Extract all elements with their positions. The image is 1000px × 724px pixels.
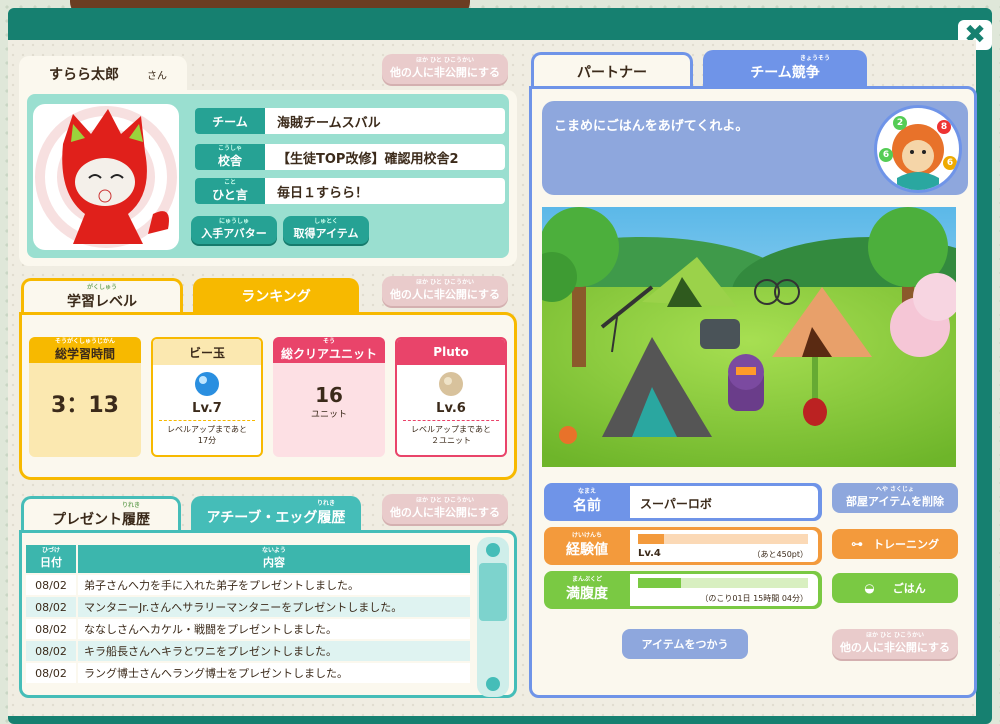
history-date: 08/02 bbox=[26, 619, 76, 639]
scrollbar-thumb[interactable] bbox=[479, 563, 507, 621]
pluto-card: Pluto Lv.6 レベルアップまであと ２ユニット bbox=[395, 337, 507, 457]
history-date: 08/02 bbox=[26, 663, 76, 683]
food-button[interactable]: ◒ ごはん bbox=[832, 573, 958, 603]
history-header: ひづけ 日付 ないよう 内容 bbox=[26, 545, 470, 573]
profile-panel: チーム 海賊チームスバル こうしゃ 校舎 【生徒TOP改修】確認用校舎2 こと ひと… bbox=[19, 90, 517, 266]
training-button[interactable]: ⊶ トレーニング bbox=[832, 529, 958, 559]
profile-name: すらら太郎 bbox=[49, 67, 119, 83]
fullness-row: まんぷくど 満腹度 （のこり01日 15時間 04分） bbox=[544, 571, 822, 609]
tab-ranking[interactable]: ランキング bbox=[193, 278, 359, 314]
tab-achieve-history[interactable]: りれき アチーブ・エッグ履歴 bbox=[191, 496, 361, 532]
school-row: こうしゃ 校舎 【生徒TOP改修】確認用校舎2 bbox=[195, 144, 505, 170]
partner-message: こまめにごはんをあげてくれよ。 2 8 6 6 bbox=[542, 101, 968, 195]
history-text: 弟子さんへ力を手に入れた弟子をプレゼントしました。 bbox=[78, 575, 470, 595]
remove-room-item-button[interactable]: へや さくじょ 部屋アイテムを削除 bbox=[832, 483, 958, 513]
tab-learning-level[interactable]: がくしゅう 学習レベル bbox=[21, 278, 183, 314]
partner-character-avatar: 2 8 6 6 bbox=[874, 105, 962, 193]
history-text: ラング博士さんへラング博士をプレゼントしました。 bbox=[78, 663, 470, 683]
use-item-button[interactable]: アイテムをつかう bbox=[622, 629, 748, 659]
tab-present-history[interactable]: りれき プレゼント履歴 bbox=[21, 496, 181, 532]
history-scrollbar[interactable] bbox=[477, 537, 509, 697]
acquired-item-button[interactable]: しゅとく 取得アイテム bbox=[283, 216, 369, 244]
level-private-button[interactable]: ほか ひと ひこうかい 他の人に非公開にする bbox=[382, 276, 508, 306]
partner-room-scene bbox=[542, 207, 956, 467]
tab-partner[interactable]: パートナー bbox=[531, 52, 693, 88]
acquired-avatar-button[interactable]: にゅうしゅ 入手アバター bbox=[191, 216, 277, 244]
marble-icon bbox=[195, 372, 219, 396]
history-row: 08/02 マンタニーJr.さんへサラリーマンタニーをプレゼントしました。 bbox=[26, 597, 470, 617]
history-date: 08/02 bbox=[26, 597, 76, 617]
profile-name-tab: すらら太郎 さん bbox=[19, 56, 187, 92]
history-row: 08/02 弟子さんへ力を手に入れた弟子をプレゼントしました。 bbox=[26, 575, 470, 595]
learning-level-panel: そうがくしゅうじかん 総学習時間 3：13 ビー玉 Lv.7 レベルアップまであと… bbox=[19, 312, 517, 480]
history-row: 08/02 ラング博士さんへラング博士をプレゼントしました。 bbox=[26, 663, 470, 683]
history-date: 08/02 bbox=[26, 575, 76, 595]
history-list: 08/02 弟子さんへ力を手に入れた弟子をプレゼントしました。 08/02 マンタニー… bbox=[26, 575, 470, 683]
profile-private-button[interactable]: ほか ひと ひこうかい 他の人に非公開にする bbox=[382, 54, 508, 84]
word-row: こと ひと言 毎日１すらら！ bbox=[195, 178, 505, 204]
total-time-card: そうがくしゅうじかん 総学習時間 3：13 bbox=[29, 337, 141, 457]
history-row: 08/02 キラ船長さんへキラとワニをプレゼントしました。 bbox=[26, 641, 470, 661]
history-text: キラ船長さんへキラとワニをプレゼントしました。 bbox=[78, 641, 470, 661]
total-time-value: 3：13 bbox=[51, 393, 119, 418]
exp-row: けいけんち 経験値 Lv.4 （あと450pt） bbox=[544, 527, 822, 565]
pluto-icon bbox=[439, 372, 463, 396]
avatar bbox=[33, 104, 179, 250]
history-private-button[interactable]: ほか ひと ひこうかい 他の人に非公開にする bbox=[382, 494, 508, 524]
cleared-unit-card: そう 総クリアユニット 16 ユニット bbox=[273, 337, 385, 457]
history-date: 08/02 bbox=[26, 641, 76, 661]
tab-team-competition[interactable]: きょうそう チーム競争 bbox=[703, 50, 867, 88]
history-text: ななしさんへカケル・戦闘をプレゼントしました。 bbox=[78, 619, 470, 639]
partner-private-button[interactable]: ほか ひと ひこうかい 他の人に非公開にする bbox=[832, 629, 958, 659]
history-panel: ひづけ 日付 ないよう 内容 08/02 弟子さんへ力を手に入れた弟子をプレゼントしま… bbox=[19, 530, 517, 698]
dumbbell-icon: ⊶ bbox=[851, 537, 863, 551]
partner-panel: こまめにごはんをあげてくれよ。 2 8 6 6 なまえ 名前 スーパーロボ へや… bbox=[529, 86, 977, 698]
marble-card: ビー玉 Lv.7 レベルアップまであと 17分 bbox=[151, 337, 263, 457]
history-text: マンタニーJr.さんへサラリーマンタニーをプレゼントしました。 bbox=[78, 597, 470, 617]
team-row: チーム 海賊チームスバル bbox=[195, 108, 505, 134]
history-row: 08/02 ななしさんへカケル・戦闘をプレゼントしました。 bbox=[26, 619, 470, 639]
name-row: なまえ 名前 スーパーロボ bbox=[544, 483, 822, 521]
honorific: さん bbox=[147, 70, 167, 82]
fullness-bar bbox=[638, 578, 808, 588]
exp-bar bbox=[638, 534, 808, 544]
bowl-icon: ◒ bbox=[864, 581, 875, 595]
